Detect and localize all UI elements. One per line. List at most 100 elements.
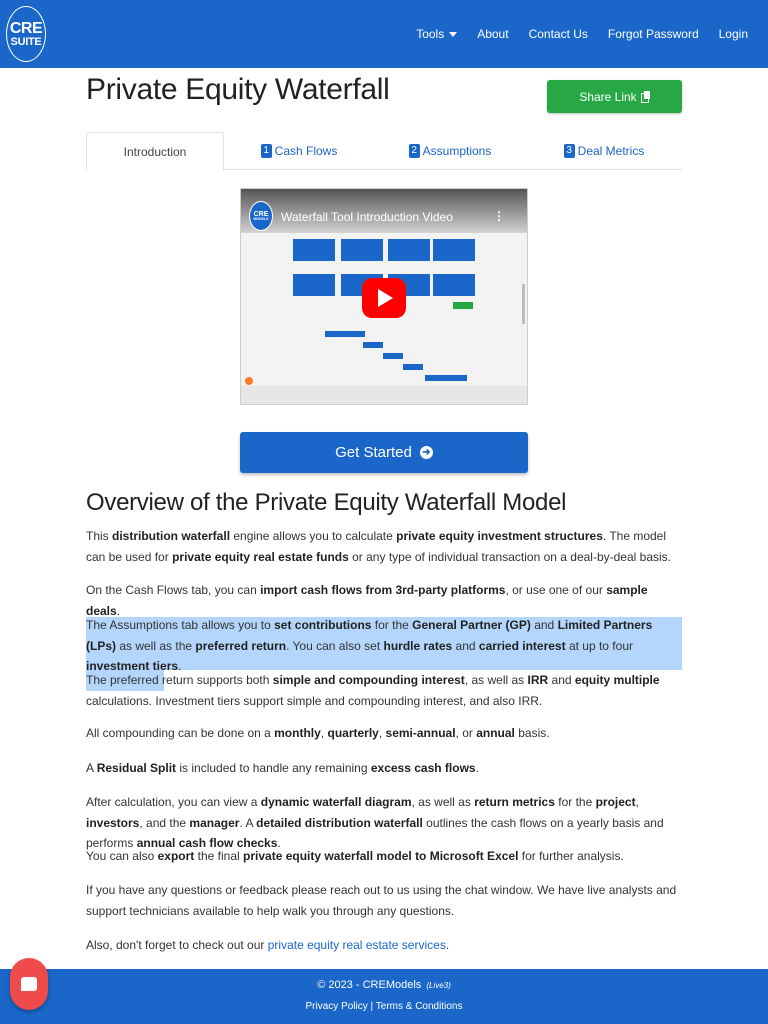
tab-step-badge: 2 — [408, 144, 420, 158]
logo-text-bottom: SUITE — [10, 35, 42, 48]
emphasis-text: import cash flows from 3rd-party platfor… — [260, 583, 506, 597]
video-content-label — [295, 233, 296, 238]
privacy-policy-link[interactable]: Privacy Policy — [306, 1001, 368, 1012]
copyright-text: © 2023 - CREModels — [317, 979, 422, 991]
nav-contact-link[interactable]: Contact Us — [519, 27, 598, 41]
footer: © 2023 - CREModels (Live3) Privacy Polic… — [0, 969, 768, 1024]
video-scrollbar — [522, 284, 525, 324]
emphasis-text: private equity investment structures — [396, 529, 603, 543]
video-bar — [403, 364, 423, 370]
overview-paragraph: A Residual Split is included to handle a… — [86, 761, 479, 775]
intro-video-player[interactable]: CRE MODELS Waterfall Tool Introduction V… — [240, 188, 528, 405]
overview-paragraph: Also, don't forget to check out our priv… — [86, 938, 450, 952]
tab-assumptions[interactable]: 2 Assumptions — [374, 132, 526, 170]
page-title: Private Equity Waterfall — [86, 73, 390, 106]
nav-links: Tools About Contact Us Forgot Password L… — [406, 0, 758, 68]
emphasis-text: quarterly — [327, 726, 379, 740]
emphasis-text: project — [595, 795, 636, 809]
get-started-button[interactable]: Get Started ➜ — [240, 432, 528, 473]
emphasis-text: carried interest — [478, 638, 566, 653]
tab-label: Assumptions — [422, 144, 492, 158]
video-card — [293, 274, 335, 296]
play-button[interactable] — [362, 278, 406, 318]
share-link-label: Share Link — [579, 89, 637, 104]
video-channel-logo[interactable]: CRE MODELS — [249, 201, 273, 231]
version-label: (Live3) — [426, 981, 451, 990]
emphasis-text: annual — [476, 726, 515, 740]
emphasis-text: Residual Split — [96, 761, 177, 775]
tab-label: Introduction — [123, 144, 187, 159]
emphasis-text: private equity waterfall model to Micros… — [243, 849, 519, 863]
video-bar — [425, 375, 467, 381]
video-logo-subtext: MODELS — [253, 216, 269, 221]
emphasis-text: monthly — [274, 726, 321, 740]
nav-forgot-password-link[interactable]: Forgot Password — [598, 27, 709, 41]
video-bar — [363, 342, 383, 348]
tab-label: Deal Metrics — [577, 144, 645, 158]
emphasis-text: General Partner (GP) — [412, 618, 531, 632]
emphasis-text: preferred return — [195, 638, 287, 653]
chat-bubble-icon — [21, 977, 37, 991]
video-bar — [325, 331, 365, 337]
emphasis-text: equity multiple — [574, 673, 660, 687]
overview-paragraph: After calculation, you can view a dynami… — [86, 795, 664, 850]
tab-step-badge: 1 — [260, 144, 272, 158]
emphasis-text: export — [157, 849, 195, 863]
overview-paragraph: The Assumptions tab allows you to set co… — [86, 618, 653, 673]
nav-tools-label: Tools — [416, 27, 445, 41]
more-options-icon[interactable]: ⋮ — [493, 209, 505, 223]
overview-paragraph: This distribution waterfall engine allow… — [86, 529, 671, 564]
top-navbar: CRE SUITE Tools About Contact Us Forgot … — [0, 0, 768, 68]
emphasis-text: set contributions — [274, 618, 372, 632]
video-card — [433, 274, 475, 296]
overview-paragraph: You can also export the final private eq… — [86, 849, 624, 863]
nav-login-link[interactable]: Login — [709, 27, 758, 41]
emphasis-text: detailed distribution waterfall — [256, 815, 423, 830]
emphasis-text: distribution waterfall — [112, 529, 231, 543]
tab-bar: Introduction 1 Cash Flows 2 Assumptions … — [86, 132, 682, 171]
cre-suite-logo[interactable]: CRE SUITE — [6, 6, 46, 62]
nav-about-link[interactable]: About — [467, 27, 518, 41]
footer-links: Privacy Policy | Terms & Conditions — [0, 1001, 768, 1012]
emphasis-text: manager — [189, 815, 240, 830]
logo-text-top: CRE — [9, 19, 43, 37]
video-taskbar — [241, 386, 527, 404]
video-card — [433, 239, 475, 261]
overview-paragraph: The preferred return supports both simpl… — [86, 673, 660, 708]
play-icon — [378, 289, 393, 307]
emphasis-text: simple and compounding interest — [272, 673, 465, 687]
tab-cash-flows[interactable]: 1 Cash Flows — [224, 132, 374, 170]
overview-paragraph: If you have any questions or feedback pl… — [86, 883, 677, 918]
overview-heading: Overview of the Private Equity Waterfall… — [86, 489, 567, 516]
get-started-label: Get Started — [335, 444, 412, 461]
services-link[interactable]: private equity real estate services — [268, 938, 446, 952]
emphasis-text: private equity real estate funds — [172, 549, 349, 564]
arrow-right-circle-icon: ➜ — [419, 446, 433, 459]
chat-widget-button[interactable] — [10, 958, 48, 1010]
video-card — [293, 239, 335, 261]
video-orange-dot — [245, 377, 253, 385]
tab-step-badge: 3 — [563, 144, 575, 158]
emphasis-text: return metrics — [474, 795, 555, 809]
video-title[interactable]: Waterfall Tool Introduction Video — [281, 210, 453, 224]
emphasis-text: semi-annual — [385, 726, 456, 740]
copy-icon — [640, 91, 650, 103]
video-card — [388, 239, 430, 261]
tab-introduction[interactable]: Introduction — [86, 132, 224, 171]
footer-copyright: © 2023 - CREModels (Live3) — [0, 979, 768, 991]
emphasis-text: investors — [86, 815, 140, 830]
terms-link[interactable]: Terms & Conditions — [376, 1001, 463, 1012]
emphasis-text: hurdle rates — [383, 638, 453, 653]
video-green-button — [453, 302, 473, 309]
chevron-down-icon — [449, 31, 458, 37]
footer-separator: | — [370, 1001, 374, 1012]
video-card — [341, 239, 383, 261]
emphasis-text: excess cash flows — [370, 761, 476, 775]
video-bar — [383, 353, 403, 359]
overview-paragraph: All compounding can be done on a monthly… — [86, 726, 550, 740]
tab-deal-metrics[interactable]: 3 Deal Metrics — [526, 132, 682, 170]
nav-tools-dropdown[interactable]: Tools — [406, 27, 467, 41]
share-link-button[interactable]: Share Link — [547, 80, 682, 113]
tab-label: Cash Flows — [274, 144, 338, 158]
emphasis-text: dynamic waterfall diagram — [260, 795, 412, 809]
